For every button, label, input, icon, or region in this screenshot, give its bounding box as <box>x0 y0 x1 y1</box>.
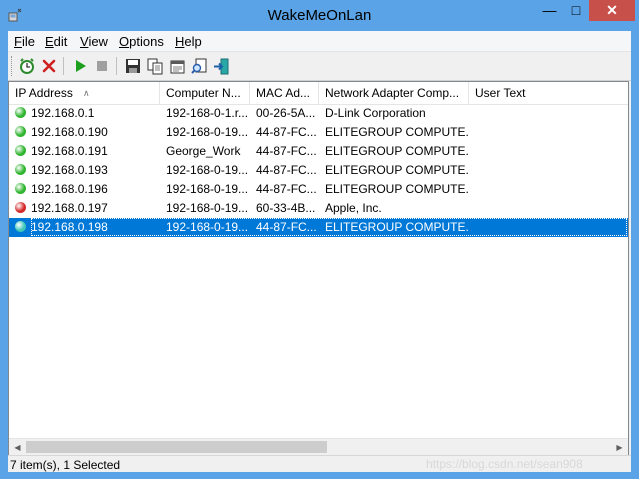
network-adapter-cell: ELITEGROUP COMPUTE... <box>325 182 469 196</box>
client-area: File Edit View Options Help IP Address ∧… <box>8 31 631 472</box>
ip-address-cell: 192.168.0.198 <box>31 220 108 234</box>
online-status-icon <box>15 107 26 118</box>
menu-edit-label: dit <box>53 34 68 49</box>
title-bar[interactable]: WakeMeOnLan — □ ✕ <box>0 0 639 31</box>
computer-name-cell: George_Work <box>166 144 241 158</box>
mac-address-cell: 44-87-FC... <box>256 125 317 139</box>
status-bar: 7 item(s), 1 Selected https://blog.csdn.… <box>8 455 631 472</box>
online-status-icon <box>15 126 26 137</box>
table-row[interactable]: 192.168.0.1 192-168-0-1.r... 00-26-5A... D-… <box>9 104 628 123</box>
network-adapter-cell: ELITEGROUP COMPUTE... <box>325 220 469 234</box>
online-status-icon <box>15 164 26 175</box>
ip-address-cell: 192.168.0.193 <box>31 163 108 177</box>
menu-view[interactable]: View <box>80 34 108 49</box>
computer-name-cell: 192-168-0-19... <box>166 201 249 215</box>
computer-name-cell: 192-168-0-19... <box>166 220 249 234</box>
user-text-cell <box>475 180 625 199</box>
menu-options-accel: O <box>119 34 130 49</box>
user-text-cell <box>475 218 625 237</box>
menu-view-label: iew <box>88 34 108 49</box>
online-status-icon <box>15 145 26 156</box>
table-row[interactable]: 192.168.0.198 192-168-0-19... 44-87-FC... E… <box>9 218 628 237</box>
maximize-button[interactable]: □ <box>563 0 589 21</box>
exit-icon[interactable] <box>211 56 231 76</box>
horizontal-scrollbar[interactable]: ◀ ▶ <box>9 438 628 456</box>
delete-x-icon[interactable] <box>39 56 59 76</box>
mac-address-cell: 44-87-FC... <box>256 220 317 234</box>
device-list[interactable]: IP Address ∧ Computer N... MAC Ad... Net… <box>8 81 629 457</box>
alarm-clock-icon[interactable] <box>17 56 37 76</box>
menu-edit[interactable]: Edit <box>45 34 67 49</box>
network-adapter-cell: D-Link Corporation <box>325 106 426 120</box>
user-text-cell <box>475 123 625 142</box>
close-button[interactable]: ✕ <box>589 0 635 21</box>
table-row[interactable]: 192.168.0.197 192-168-0-19... 60-33-4B... A… <box>9 199 628 218</box>
network-adapter-cell: ELITEGROUP COMPUTE... <box>325 144 469 158</box>
watermark-text: https://blog.csdn.net/sean908 <box>426 457 583 471</box>
computer-name-cell: 192-168-0-19... <box>166 125 249 139</box>
table-row[interactable]: 192.168.0.193 192-168-0-19... 44-87-FC... E… <box>9 161 628 180</box>
column-header-mac-address[interactable]: MAC Ad... <box>250 82 319 104</box>
toolbar-separator <box>116 57 117 75</box>
ip-address-cell: 192.168.0.191 <box>31 144 108 158</box>
minimize-button[interactable]: — <box>536 0 563 21</box>
mac-address-cell: 44-87-FC... <box>256 163 317 177</box>
mac-address-cell: 60-33-4B... <box>256 201 316 215</box>
mac-address-cell: 44-87-FC... <box>256 182 317 196</box>
properties-icon[interactable] <box>167 56 187 76</box>
menu-help-accel: H <box>175 34 185 49</box>
table-row[interactable]: 192.168.0.190 192-168-0-19... 44-87-FC... E… <box>9 123 628 142</box>
selected-status-icon <box>15 221 26 232</box>
network-adapter-cell: Apple, Inc. <box>325 201 382 215</box>
column-header-user-text[interactable]: User Text <box>469 82 628 104</box>
menu-options[interactable]: Options <box>119 34 164 49</box>
ip-address-cell: 192.168.0.197 <box>31 201 108 215</box>
user-text-cell <box>475 142 625 161</box>
menu-edit-accel: E <box>45 34 54 49</box>
menu-file[interactable]: File <box>14 34 35 49</box>
scroll-right-icon[interactable]: ▶ <box>611 439 628 456</box>
column-header-row: IP Address ∧ Computer N... MAC Ad... Net… <box>9 82 628 105</box>
copy-icon[interactable] <box>145 56 165 76</box>
ip-address-cell: 192.168.0.190 <box>31 125 108 139</box>
computer-name-cell: 192-168-0-19... <box>166 163 249 177</box>
sort-ascending-icon: ∧ <box>83 88 90 98</box>
ip-address-cell: 192.168.0.1 <box>31 106 95 120</box>
app-window: WakeMeOnLan — □ ✕ File Edit View Options… <box>0 0 639 479</box>
column-header-network-adapter[interactable]: Network Adapter Comp... <box>319 82 469 104</box>
menu-file-accel: F <box>14 34 22 49</box>
online-status-icon <box>15 183 26 194</box>
status-text: 7 item(s), 1 Selected <box>10 458 121 472</box>
table-row[interactable]: 192.168.0.191 George_Work 44-87-FC... ELITE… <box>9 142 628 161</box>
mac-address-cell: 00-26-5A... <box>256 106 316 120</box>
menu-bar: File Edit View Options Help <box>8 31 631 52</box>
toolbar <box>8 52 631 81</box>
table-row[interactable]: 192.168.0.196 192-168-0-19... 44-87-FC... E… <box>9 180 628 199</box>
scrollbar-thumb[interactable] <box>26 441 327 453</box>
computer-name-cell: 192-168-0-19... <box>166 182 249 196</box>
menu-options-label: ptions <box>129 34 164 49</box>
offline-status-icon <box>15 202 26 213</box>
computer-name-cell: 192-168-0-1.r... <box>166 106 249 120</box>
column-header-ip-address[interactable]: IP Address ∧ <box>9 82 160 104</box>
user-text-cell <box>475 161 625 180</box>
user-text-cell <box>475 104 625 123</box>
ip-address-cell: 192.168.0.196 <box>31 182 108 196</box>
network-adapter-cell: ELITEGROUP COMPUTE... <box>325 163 469 177</box>
toolbar-separator <box>63 57 64 75</box>
mac-address-cell: 44-87-FC... <box>256 144 317 158</box>
menu-file-label: ile <box>21 34 35 49</box>
user-text-cell <box>475 199 625 218</box>
column-header-computer-name[interactable]: Computer N... <box>160 82 250 104</box>
menu-help-label: elp <box>184 34 202 49</box>
save-icon[interactable] <box>123 56 143 76</box>
find-icon[interactable] <box>189 56 209 76</box>
menu-help[interactable]: Help <box>175 34 202 49</box>
column-header-label: IP Address <box>15 86 73 100</box>
scroll-left-icon[interactable]: ◀ <box>9 439 26 456</box>
stop-icon[interactable] <box>92 56 112 76</box>
toolbar-grip[interactable] <box>11 56 15 76</box>
play-icon[interactable] <box>70 56 90 76</box>
network-adapter-cell: ELITEGROUP COMPUTE... <box>325 125 469 139</box>
